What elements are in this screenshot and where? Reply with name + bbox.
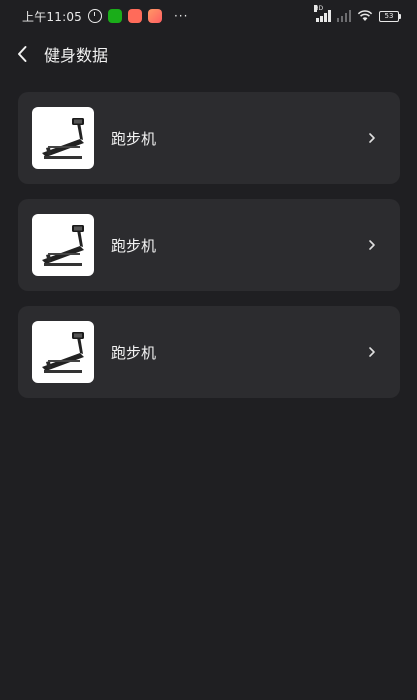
wechat-notification-icon — [107, 9, 122, 23]
treadmill-icon — [42, 225, 84, 266]
wifi-icon — [357, 10, 373, 21]
chevron-right-icon — [362, 342, 382, 362]
battery-level: 53 — [379, 10, 399, 22]
chevron-left-icon — [18, 46, 27, 62]
status-left: 上午11:05 ··· — [22, 8, 188, 25]
list-item-treadmill-2[interactable]: 跑步机 — [18, 199, 400, 291]
list-item-treadmill-1[interactable]: 跑步机 — [18, 92, 400, 184]
treadmill-icon — [42, 332, 84, 373]
status-bar: 上午11:05 ··· HD 53 — [0, 0, 417, 32]
page-title: 健身数据 — [44, 46, 109, 65]
gallery-notification-icon — [147, 9, 162, 23]
signal-secondary-icon — [336, 10, 351, 22]
equipment-list: 跑步机 跑步机 跑步机 — [18, 92, 400, 413]
status-time: 上午11:05 — [22, 9, 82, 24]
hd-label: HD — [314, 5, 324, 12]
item-label: 跑步机 — [111, 129, 157, 148]
treadmill-thumbnail — [32, 214, 94, 276]
chevron-right-icon — [362, 128, 382, 148]
chevron-right-icon — [362, 235, 382, 255]
treadmill-thumbnail — [32, 321, 94, 383]
more-notifications-icon: ··· — [173, 9, 189, 23]
app-notification-icon — [127, 9, 142, 23]
alarm-icon — [87, 9, 102, 23]
back-button[interactable] — [0, 32, 44, 76]
battery-icon: 53 — [379, 10, 401, 22]
list-item-treadmill-3[interactable]: 跑步机 — [18, 306, 400, 398]
screen: 上午11:05 ··· HD 53 健身数据 跑步机 跑步机 跑步机 — [0, 0, 417, 700]
status-right: HD 53 — [314, 5, 401, 22]
item-label: 跑步机 — [111, 236, 157, 255]
signal-icon: HD — [314, 5, 331, 22]
header: 健身数据 — [0, 32, 417, 76]
item-label: 跑步机 — [111, 343, 157, 362]
treadmill-thumbnail — [32, 107, 94, 169]
treadmill-icon — [42, 118, 84, 159]
